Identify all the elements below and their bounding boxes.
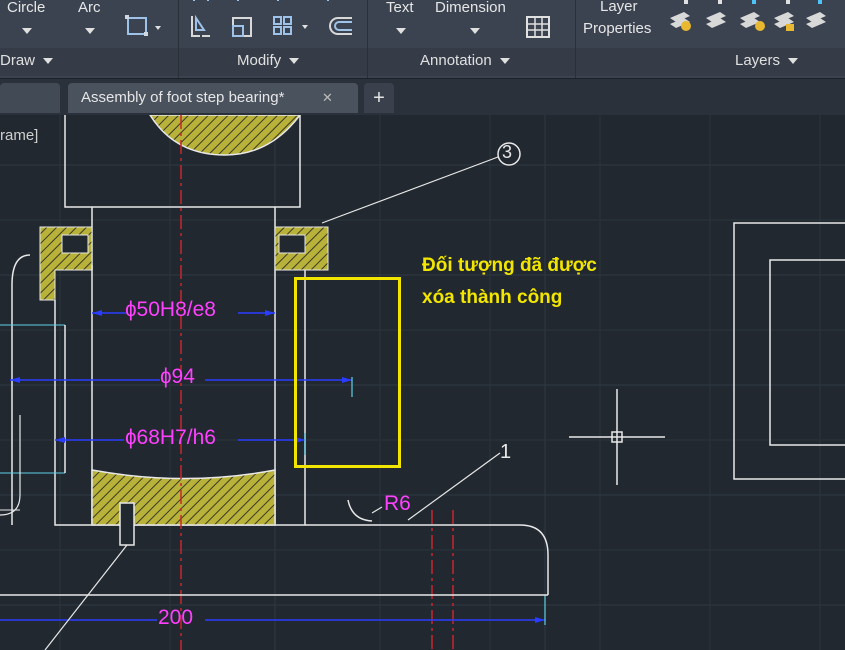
layer-properties-button-line2[interactable]: Properties — [583, 20, 651, 37]
array-icon[interactable] — [272, 12, 316, 45]
tab-title: Assembly of foot step bearing* — [81, 89, 285, 106]
cad-drawing — [0, 115, 845, 650]
fillet-icon[interactable] — [188, 0, 368, 12]
part-label-1[interactable]: 1 — [500, 441, 511, 464]
annotation-panel-title[interactable]: Annotation — [420, 52, 510, 69]
balloon-3-label[interactable]: 3 — [502, 142, 512, 163]
drawing-viewport[interactable]: ɸ50H8/e8 ɸ94 ɸ68H7/h6 R6 200 3 1 rame] Đ… — [0, 115, 845, 650]
text-button[interactable]: Text — [386, 0, 414, 16]
tab-assembly-of-foot-step-bearing[interactable]: Assembly of foot step bearing* ✕ — [68, 83, 358, 113]
new-tab-button[interactable]: + — [364, 83, 394, 113]
dimension-phi94[interactable]: ɸ94 — [160, 365, 195, 389]
layer-properties-button-line1[interactable]: Layer — [600, 0, 638, 15]
note-line2: xóa thành công — [422, 287, 563, 308]
arc-button[interactable]: Arc — [78, 0, 101, 16]
file-tab-bar: Assembly of foot step bearing* ✕ + — [0, 79, 845, 115]
text-dropdown-caret-icon[interactable] — [396, 22, 406, 40]
offset-icon[interactable] — [328, 12, 358, 45]
dimension-200[interactable]: 200 — [158, 606, 193, 630]
mirror-icon[interactable] — [188, 12, 214, 45]
dimension-button[interactable]: Dimension — [435, 0, 506, 16]
circle-button[interactable]: Circle — [7, 0, 45, 16]
dimension-phi68[interactable]: ɸ68H7/h6 — [125, 426, 216, 450]
dimension-phi50[interactable]: ɸ50H8/e8 — [125, 298, 216, 322]
dimension-r6[interactable]: R6 — [384, 492, 411, 516]
modify-panel-title[interactable]: Modify — [237, 52, 300, 69]
close-icon[interactable]: ✕ — [322, 83, 333, 113]
scale-icon[interactable] — [230, 12, 256, 45]
draw-panel-title[interactable]: Draw — [0, 52, 54, 69]
note-line1: Đối tượng đã được — [422, 255, 597, 276]
crosshair-cursor-icon — [569, 389, 665, 485]
tab-previous[interactable] — [0, 83, 60, 113]
plus-icon: + — [373, 87, 385, 109]
circle-dropdown-caret-icon[interactable] — [22, 22, 32, 40]
dimension-dropdown-caret-icon[interactable] — [470, 22, 480, 40]
table-icon[interactable] — [526, 16, 550, 43]
layer-state-icons[interactable] — [666, 0, 836, 45]
layers-panel-title[interactable]: Layers — [735, 52, 799, 69]
rectangle-icon[interactable] — [124, 14, 164, 45]
viewport-controls-label[interactable]: rame] — [0, 127, 38, 144]
deleted-object-highlight-box — [294, 277, 401, 468]
arc-dropdown-caret-icon[interactable] — [85, 22, 95, 40]
ribbon: Circle Arc Draw Modify Text Dimension An… — [0, 0, 845, 79]
